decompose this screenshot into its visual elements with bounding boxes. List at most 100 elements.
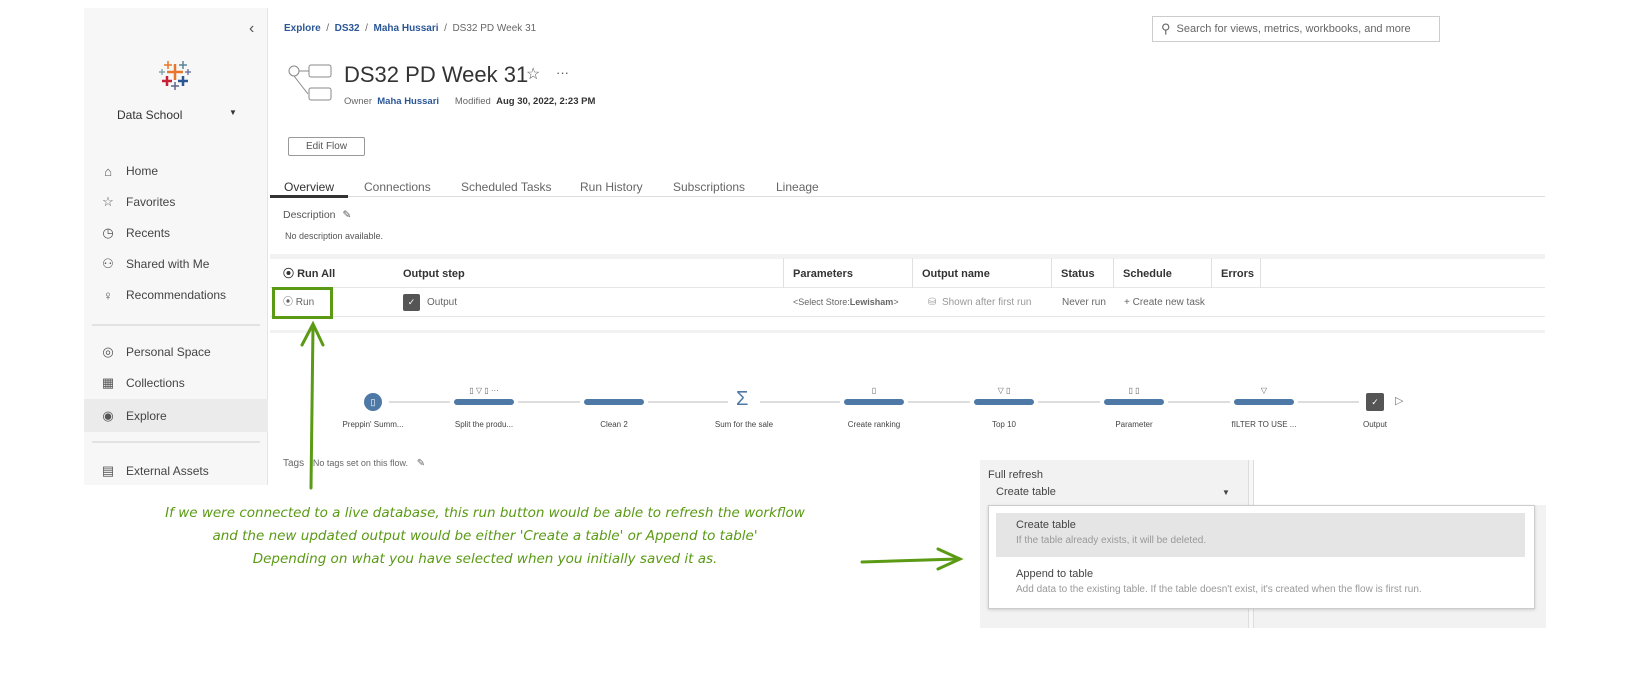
option-create-table[interactable]: Create table If the table already exists,… [996,513,1525,557]
breadcrumb-owner[interactable]: Maha Hussari [374,23,439,34]
edit-description-icon[interactable]: ✎ [342,209,351,221]
sidebar-item-label: Recommendations [126,288,227,302]
refresh-panel: Full refresh Create table ▼ Create table I… [980,460,1546,628]
flow-connector [518,401,580,403]
sidebar-item-collections[interactable]: ▦ Collections [84,368,268,398]
flow-step-label: Split the produ... [454,420,514,429]
status-value: Never run [1062,297,1106,308]
run-flow-icon[interactable]: ▷ [1395,394,1403,407]
clean-step-node[interactable] [584,399,644,405]
sidebar-item-recommendations[interactable]: ♀ Recommendations [84,280,268,310]
sidebar-item-label: Recents [126,226,171,240]
tags-label: Tags [283,458,305,469]
search-placeholder: Search for views, metrics, workbooks, an… [1176,23,1411,35]
user-icon: ◎ [102,344,114,359]
clock-icon: ◷ [102,225,114,240]
sidebar-item-label: Favorites [126,195,176,209]
step-change-icons: ▯ ▽ ▯ ··· [469,386,499,395]
output-step-icon[interactable]: ✓ [1366,393,1384,411]
sidebar-item-home[interactable]: ⌂ Home [84,156,268,186]
modified-label: Modified [454,96,491,107]
search-input[interactable]: ⚲ Search for views, metrics, workbooks, … [1152,16,1440,42]
modified-date: Aug 30, 2022, 2:23 PM [496,96,596,107]
tab-overview[interactable]: Overview [284,180,334,194]
tab-lineage[interactable]: Lineage [776,180,819,194]
aggregate-step-icon[interactable]: Σ [736,388,748,411]
home-icon: ⌂ [104,163,112,179]
flow-connector [1038,401,1100,403]
flow-step-label: Preppin' Summ... [342,420,404,429]
description-label: Description [283,209,336,221]
tab-scheduled-tasks[interactable]: Scheduled Tasks [461,180,552,194]
database-icon: ▤ [101,463,115,478]
clean-step-node[interactable] [454,399,514,405]
sidebar-item-label: External Assets [126,464,209,478]
flow-step-label: Clean 2 [600,420,628,429]
owner-link[interactable]: Maha Hussari [377,96,439,107]
site-selector[interactable]: Data School ▼ [117,108,237,122]
breadcrumb-explore[interactable]: Explore [284,23,321,34]
refresh-options-menu: Create table If the table already exists,… [988,505,1535,609]
sidebar-item-favorites[interactable]: ☆ Favorites [84,187,268,217]
row-divider [270,316,1545,317]
flow-connector [1298,401,1359,403]
collapse-sidebar-icon[interactable]: ‹ [249,20,254,38]
sidebar: ‹ Data School ▼ ⌂ Home ☆ Favorites ◷ Recents… [84,8,268,485]
play-icon: ⦿ [283,268,294,280]
tab-connections[interactable]: Connections [364,180,431,194]
sidebar-item-label: Collections [126,376,185,390]
sidebar-item-label: Shared with Me [126,257,210,271]
output-step-icon: ✓ [403,294,420,311]
more-actions-button[interactable]: ··· [556,65,569,80]
clean-step-node[interactable] [974,399,1034,405]
star-icon: ☆ [102,194,114,209]
flow-icon [288,64,332,101]
caret-down-icon: ▼ [1222,488,1230,497]
sidebar-item-explore[interactable]: ◉ Explore [84,399,268,432]
owner-label: Owner [344,96,372,107]
step-change-icons: ▽ [1260,386,1268,395]
step-change-icons: ▯ ▯ [1128,386,1140,395]
flow-step-label: Top 10 [991,420,1017,429]
database-icon: ⛁ [928,297,937,308]
option-append-table[interactable]: Append to table Add data to the existing … [996,562,1525,601]
output-step-name: Output [427,297,458,308]
lightbulb-icon: ♀ [103,287,113,303]
run-all-button[interactable]: ⦿ Run All [273,262,335,287]
flow-connector [389,401,450,403]
flow-step-label: Output [1362,420,1387,429]
sidebar-item-external-assets[interactable]: ▤ External Assets [84,456,268,486]
breadcrumb-ds32[interactable]: DS32 [335,23,360,34]
edit-flow-button[interactable]: Edit Flow [288,137,365,156]
run-all-label: Run All [297,268,336,280]
sidebar-item-recents[interactable]: ◷ Recents [84,218,268,248]
flow-connector [760,401,840,403]
clean-step-node[interactable] [844,399,904,405]
sidebar-item-shared[interactable]: ⚇ Shared with Me [84,249,268,279]
flow-connector [908,401,970,403]
clean-step-node[interactable] [1234,399,1294,405]
flow-step-label: Sum for the sale [714,420,774,429]
step-change-icons: ▯ [871,386,877,395]
favorite-star-icon[interactable]: ☆ [526,64,540,84]
flow-meta: Owner Maha Hussari Modified Aug 30, 2022… [344,96,595,107]
input-step-icon[interactable]: ▯ [364,393,382,411]
header-output-step: Output step [403,268,465,280]
annotation-text: If we were connected to a live database,… [165,505,805,567]
edit-tags-icon[interactable]: ✎ [417,458,425,469]
search-icon: ⚲ [1161,21,1171,36]
tab-active-indicator [270,195,348,198]
tableau-logo-icon [159,61,191,90]
sidebar-item-personal-space[interactable]: ◎ Personal Space [84,337,268,367]
run-highlight-box [272,287,333,319]
divider [92,441,260,443]
clean-step-node[interactable] [1104,399,1164,405]
flow-step-label: fILTER TO USE ... [1231,420,1297,429]
tab-subscriptions[interactable]: Subscriptions [673,180,745,194]
create-task-link[interactable]: + Create new task [1124,289,1205,316]
page-title: DS32 PD Week 31 [344,62,529,87]
refresh-label: Full refresh [988,469,1044,481]
refresh-type-dropdown[interactable]: Create table ▼ [988,486,1238,504]
tab-run-history[interactable]: Run History [580,180,643,194]
row-divider [270,287,1545,288]
